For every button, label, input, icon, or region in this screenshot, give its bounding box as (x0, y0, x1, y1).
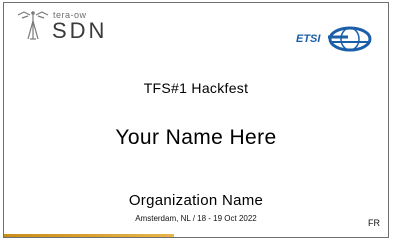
bottom-accent-line (4, 234, 174, 237)
teraflow-logo: tera-ow SDN (14, 9, 124, 45)
location-date: Amsterdam, NL / 18 - 19 Oct 2022 (135, 214, 257, 223)
teraflow-tower-icon (17, 11, 49, 40)
etsi-text: ETSI (296, 33, 321, 45)
attendee-name: Your Name Here (115, 126, 277, 149)
country-code: FR (368, 218, 380, 228)
organization-name: Organization Name (128, 192, 264, 209)
teraflow-sdn-text: SDN (52, 18, 108, 43)
etsi-logo: ETSI (296, 26, 372, 52)
event-title: TFS#1 Hackfest (143, 80, 249, 96)
name-badge: tera-ow SDN ETSI TFS#1 Hackfest Your Nam… (3, 2, 389, 238)
etsi-globe-icon (328, 26, 372, 52)
